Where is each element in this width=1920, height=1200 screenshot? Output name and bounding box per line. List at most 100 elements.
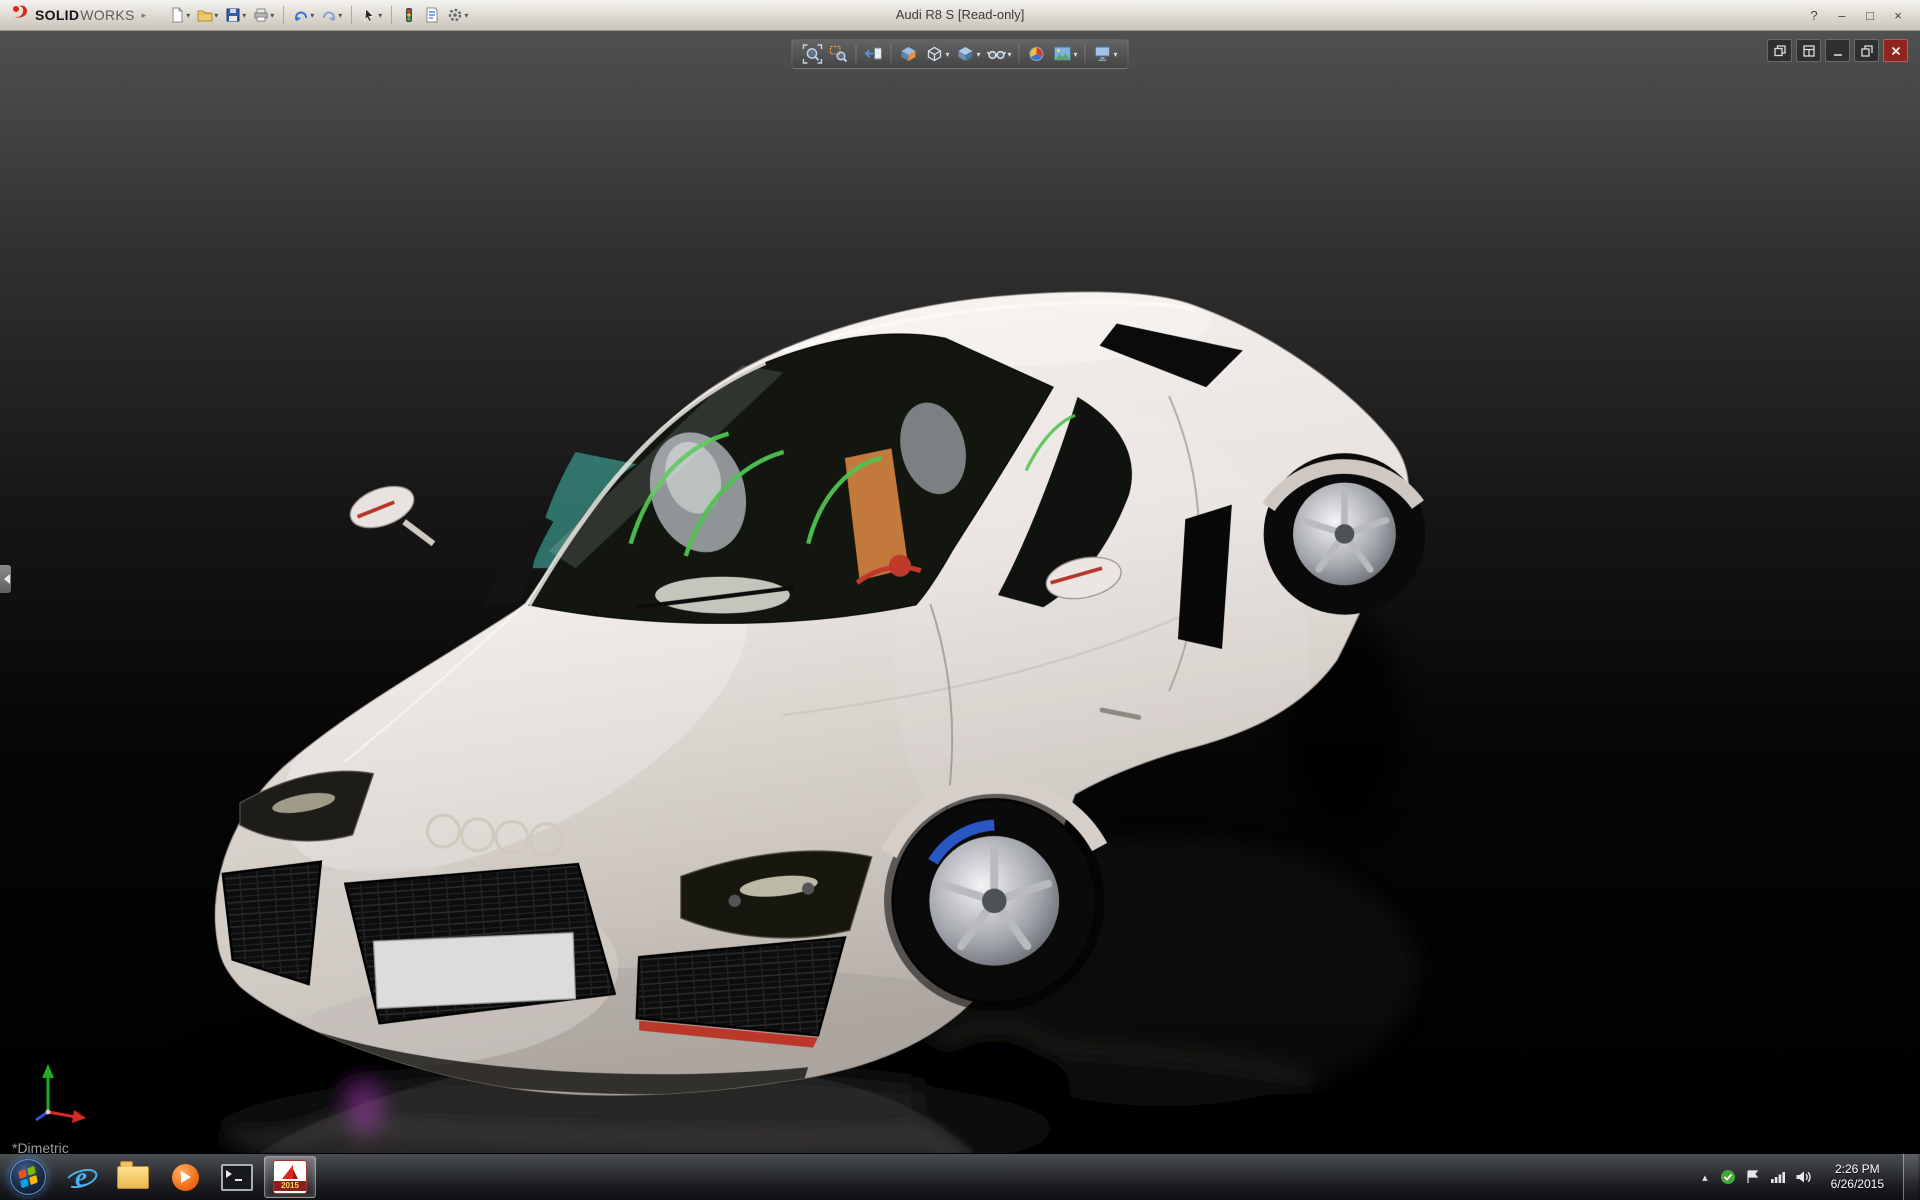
dropdown-caret-icon[interactable]: ▾ <box>186 11 190 20</box>
window-controls: ? – □ × <box>1802 5 1920 25</box>
select-cursor-icon <box>361 7 377 23</box>
action-center-icon[interactable] <box>1745 1169 1761 1185</box>
windows-taskbar: e 2015 ▴ 2:26 PM 6/26/2015 <box>0 1153 1920 1200</box>
edit-appearance-button[interactable] <box>1025 43 1049 65</box>
window-title: Audi R8 S [Read-only] <box>896 7 1025 22</box>
panel-splitter-handle[interactable] <box>0 565 11 593</box>
brand-expand-icon[interactable]: ▸ <box>142 10 147 21</box>
security-status-icon[interactable] <box>1720 1169 1736 1185</box>
standard-toolbar: ▾ ▾ ▾ ▾ ▾ ▾ ▾ <box>166 5 471 25</box>
dropdown-caret-icon[interactable]: ▾ <box>945 50 949 59</box>
print-button[interactable]: ▾ <box>250 5 277 25</box>
minimize-document-icon <box>1832 45 1844 57</box>
start-button[interactable] <box>0 1154 56 1200</box>
dropdown-caret-icon[interactable]: ▾ <box>270 11 274 20</box>
open-icon <box>197 7 213 23</box>
brand-text-light: WORKS <box>80 7 134 23</box>
toolbar-separator <box>890 45 891 63</box>
dropdown-caret-icon[interactable]: ▾ <box>310 11 314 20</box>
hide-show-items-icon <box>986 44 1006 64</box>
tile-windows-button[interactable] <box>1796 39 1821 62</box>
zoom-to-area-icon <box>828 44 848 64</box>
view-orientation-button[interactable]: ▾ <box>922 43 951 65</box>
select-button[interactable]: ▾ <box>358 5 385 25</box>
toolbar-separator <box>1019 45 1020 63</box>
view-orientation-label: *Dimetric <box>12 1140 69 1154</box>
show-hidden-icons-button[interactable]: ▴ <box>1699 1171 1711 1184</box>
cascade-windows-icon <box>1774 45 1786 57</box>
apply-scene-button[interactable]: ▾ <box>1051 43 1080 65</box>
media-player-button[interactable] <box>160 1157 210 1197</box>
internet-explorer-icon: e <box>65 1161 97 1193</box>
save-icon <box>225 7 241 23</box>
dropdown-caret-icon[interactable]: ▾ <box>214 11 218 20</box>
display-style-button[interactable]: ▾ <box>953 43 982 65</box>
maximize-button[interactable]: □ <box>1858 5 1882 25</box>
dropdown-caret-icon[interactable]: ▾ <box>1007 50 1011 59</box>
options-gear-icon <box>447 7 463 23</box>
previous-view-icon <box>863 44 883 64</box>
close-document-icon <box>1890 45 1902 57</box>
graphics-area[interactable]: ▾ ▾ ▾ ▾ ▾ <box>0 30 1920 1154</box>
dropdown-caret-icon[interactable]: ▾ <box>464 11 468 20</box>
close-button[interactable]: × <box>1886 5 1910 25</box>
document-window-controls <box>1767 39 1908 62</box>
view-settings-button[interactable]: ▾ <box>1091 43 1120 65</box>
hide-show-items-button[interactable]: ▾ <box>984 43 1013 65</box>
network-icon[interactable] <box>1770 1169 1786 1185</box>
dropdown-caret-icon[interactable]: ▾ <box>338 11 342 20</box>
reference-triad-icon <box>26 1054 92 1128</box>
redo-icon <box>321 7 337 23</box>
windows-start-icon <box>9 1158 47 1196</box>
new-document-button[interactable]: ▾ <box>166 5 193 25</box>
dropdown-caret-icon[interactable]: ▾ <box>1114 50 1118 59</box>
close-document-button[interactable] <box>1883 39 1908 62</box>
brand-text-bold: SOLID <box>35 7 79 23</box>
section-view-button[interactable] <box>896 43 920 65</box>
dropdown-caret-icon[interactable]: ▾ <box>378 11 382 20</box>
car-model-audi-r8[interactable] <box>0 30 1920 1154</box>
minimize-button[interactable]: – <box>1830 5 1854 25</box>
open-button[interactable]: ▾ <box>194 5 221 25</box>
command-prompt-button[interactable] <box>212 1157 262 1197</box>
solidworks-taskbar-button[interactable]: 2015 <box>264 1156 316 1198</box>
zoom-to-area-button[interactable] <box>826 43 850 65</box>
dropdown-caret-icon[interactable]: ▾ <box>242 11 246 20</box>
redo-button[interactable]: ▾ <box>318 5 345 25</box>
tile-windows-icon <box>1803 45 1815 57</box>
restore-document-icon <box>1861 45 1873 57</box>
file-properties-icon <box>424 7 440 23</box>
dropdown-caret-icon[interactable]: ▾ <box>976 50 980 59</box>
options-button[interactable]: ▾ <box>444 5 471 25</box>
windows-explorer-button[interactable] <box>108 1157 158 1197</box>
solidworks-app-icon: 2015 <box>273 1160 307 1194</box>
rebuild-button[interactable] <box>398 5 420 25</box>
help-button[interactable]: ? <box>1802 5 1826 25</box>
file-properties-button[interactable] <box>421 5 443 25</box>
dropdown-caret-icon[interactable]: ▾ <box>1074 50 1078 59</box>
undo-icon <box>293 7 309 23</box>
solidworks-logo-icon <box>10 3 30 28</box>
restore-document-button[interactable] <box>1854 39 1879 62</box>
minimize-document-button[interactable] <box>1825 39 1850 62</box>
taskbar-clock[interactable]: 2:26 PM 6/26/2015 <box>1821 1162 1894 1192</box>
save-button[interactable]: ▾ <box>222 5 249 25</box>
folder-icon <box>117 1166 149 1189</box>
view-settings-icon <box>1093 44 1113 64</box>
show-desktop-button[interactable] <box>1903 1154 1918 1200</box>
zoom-to-fit-button[interactable] <box>800 43 824 65</box>
collapse-arrow-icon <box>0 574 10 584</box>
rebuild-icon <box>401 7 417 23</box>
volume-icon[interactable] <box>1795 1169 1812 1185</box>
clock-date: 6/26/2015 <box>1831 1177 1884 1192</box>
toolbar-separator <box>351 6 352 24</box>
cascade-windows-button[interactable] <box>1767 39 1792 62</box>
previous-view-button[interactable] <box>861 43 885 65</box>
undo-button[interactable]: ▾ <box>290 5 317 25</box>
new-document-icon <box>169 7 185 23</box>
toolbar-separator <box>855 45 856 63</box>
solidworks-version-badge: 2015 <box>274 1181 306 1191</box>
zoom-to-fit-icon <box>802 44 822 64</box>
section-view-icon <box>898 44 918 64</box>
internet-explorer-button[interactable]: e <box>56 1157 106 1197</box>
